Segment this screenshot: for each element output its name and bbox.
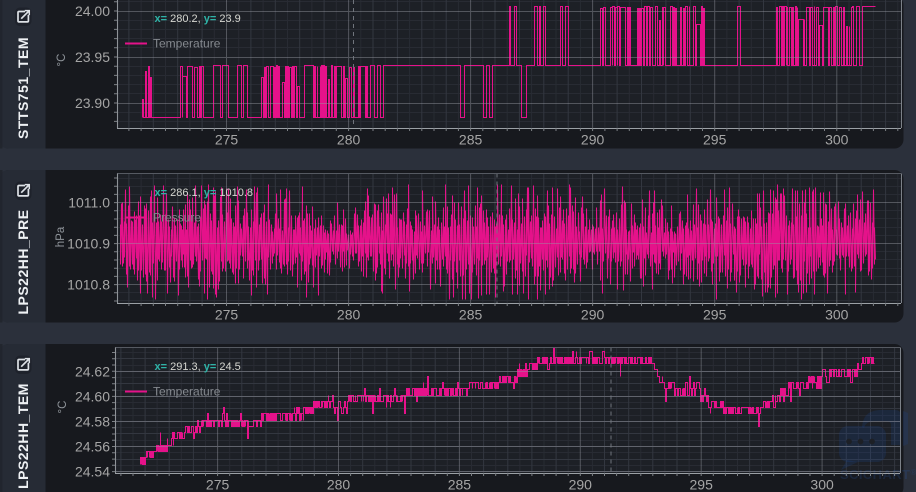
svg-text:1011.0: 1011.0 <box>68 195 110 211</box>
svg-text:24.56: 24.56 <box>75 439 110 455</box>
svg-text:275: 275 <box>215 307 239 323</box>
svg-text:24.62: 24.62 <box>75 363 110 379</box>
svg-text:285: 285 <box>459 307 483 323</box>
svg-text:24.58: 24.58 <box>75 413 110 429</box>
svg-text:285: 285 <box>448 477 472 492</box>
svg-text:300: 300 <box>810 477 834 492</box>
svg-text:23.90: 23.90 <box>75 95 110 111</box>
svg-text:x= 280.2, y= 23.9: x= 280.2, y= 23.9 <box>155 13 241 25</box>
svg-text:24.54: 24.54 <box>75 464 110 480</box>
svg-text:280: 280 <box>337 307 361 323</box>
svg-text:300: 300 <box>825 307 849 323</box>
svg-text:x= 286.1, y= 1010.8: x= 286.1, y= 1010.8 <box>155 187 254 199</box>
svg-text:295: 295 <box>703 307 727 323</box>
svg-text:290: 290 <box>569 477 593 492</box>
svg-text:23.95: 23.95 <box>75 49 110 65</box>
svg-text:LPS22HH_TEM: LPS22HH_TEM <box>15 383 31 489</box>
svg-text:x= 291.3, y= 24.5: x= 291.3, y= 24.5 <box>155 361 241 373</box>
svg-text:295: 295 <box>703 132 727 148</box>
svg-text:hPa: hPa <box>55 226 67 247</box>
svg-text:Temperature: Temperature <box>153 37 221 51</box>
svg-text:280: 280 <box>337 132 361 148</box>
svg-text:24.00: 24.00 <box>75 3 110 19</box>
svg-text:LPS22HH_PRE: LPS22HH_PRE <box>15 209 31 314</box>
svg-text:295: 295 <box>690 477 714 492</box>
svg-text:SCICHART®: SCICHART® <box>840 467 916 482</box>
svg-text:285: 285 <box>459 132 483 148</box>
svg-text:°C: °C <box>57 401 69 414</box>
svg-text:290: 290 <box>581 307 605 323</box>
svg-text:1010.9: 1010.9 <box>67 236 110 252</box>
svg-text:1010.8: 1010.8 <box>67 277 110 293</box>
svg-text:290: 290 <box>581 132 605 148</box>
svg-text:Temperature: Temperature <box>153 385 221 399</box>
svg-text:°C: °C <box>56 54 68 67</box>
svg-text:280: 280 <box>327 477 351 492</box>
svg-text:24.60: 24.60 <box>75 388 110 404</box>
svg-text:275: 275 <box>215 132 239 148</box>
svg-text:275: 275 <box>206 477 230 492</box>
svg-text:300: 300 <box>825 132 849 148</box>
svg-text:STTS751_TEM: STTS751_TEM <box>15 37 31 139</box>
svg-text:Pressure: Pressure <box>153 211 201 225</box>
